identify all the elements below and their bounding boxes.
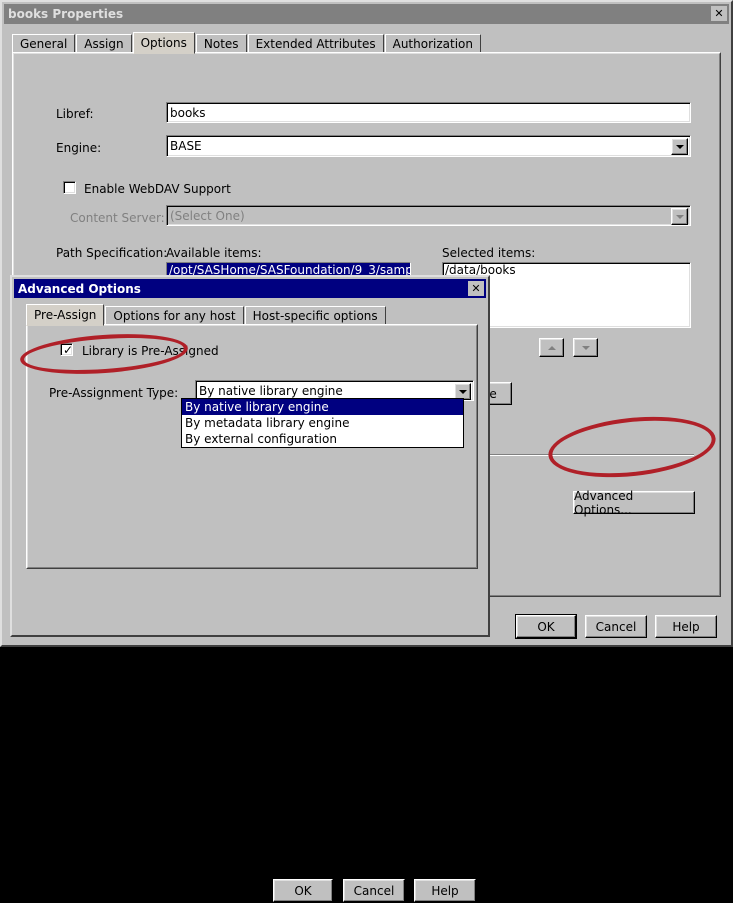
available-items-label: Available items: (166, 246, 262, 260)
dropdown-option-native[interactable]: By native library engine (182, 399, 463, 415)
libref-input[interactable]: books (166, 102, 691, 123)
content-server-combobox: (Select One) (166, 205, 691, 226)
engine-combobox[interactable]: BASE (166, 135, 691, 157)
tab-notes[interactable]: Notes (196, 34, 247, 53)
dropdown-option-metadata[interactable]: By metadata library engine (182, 415, 463, 431)
main-ok-label: OK (516, 615, 576, 638)
main-title-bar[interactable]: books Properties ✕ (4, 4, 729, 24)
close-icon[interactable]: ✕ (468, 281, 484, 296)
path-specification-label: Path Specification: (56, 246, 167, 260)
tab-options[interactable]: Options (133, 32, 195, 54)
advanced-ok-label: OK (273, 879, 333, 902)
engine-label: Engine: (56, 141, 101, 155)
pre-assignment-type-value: By native library engine (199, 384, 343, 398)
tab-pre-assign[interactable]: Pre-Assign (26, 304, 104, 326)
advanced-options-button[interactable]: Advanced Options... (573, 491, 695, 514)
advanced-title-bar[interactable]: Advanced Options ✕ (14, 279, 486, 298)
main-cancel-button[interactable]: Cancel (585, 615, 647, 638)
tab-host-specific-options[interactable]: Host-specific options (245, 306, 386, 325)
library-pre-assigned-label: Library is Pre-Assigned (82, 344, 219, 358)
engine-value: BASE (170, 139, 202, 153)
pre-assignment-type-dropdown-list[interactable]: By native library engine By metadata lib… (181, 398, 464, 448)
main-help-button[interactable]: Help (655, 615, 717, 638)
advanced-cancel-button[interactable]: Cancel (343, 879, 405, 902)
advanced-help-button[interactable]: Help (414, 879, 476, 902)
enable-webdav-label: Enable WebDAV Support (84, 182, 231, 196)
library-pre-assigned-checkbox[interactable]: ✓ (60, 343, 73, 356)
close-icon[interactable]: ✕ (711, 6, 727, 21)
move-down-button[interactable] (573, 338, 598, 357)
main-tab-strip: General Assign Options Notes Extended At… (12, 32, 482, 53)
libref-label: Libref: (56, 107, 94, 121)
window-title: books Properties (8, 7, 123, 21)
tab-options-for-any-host[interactable]: Options for any host (105, 306, 243, 325)
check-icon: ✓ (63, 344, 73, 357)
chevron-down-icon (671, 208, 688, 225)
triangle-up-icon (548, 346, 556, 350)
enable-webdav-checkbox[interactable] (63, 181, 76, 194)
content-server-label: Content Server: (70, 211, 165, 225)
triangle-down-icon (582, 346, 590, 350)
selected-items-label: Selected items: (442, 246, 535, 260)
content-server-value: (Select One) (170, 209, 245, 223)
tab-extended-attributes[interactable]: Extended Attributes (248, 34, 384, 53)
advanced-options-dialog: Advanced Options ✕ Pre-Assign Options fo… (10, 275, 490, 637)
chevron-down-icon[interactable] (671, 138, 688, 155)
main-ok-button[interactable]: OK (515, 614, 577, 639)
tab-authorization[interactable]: Authorization (385, 34, 481, 53)
advanced-ok-button[interactable]: OK (272, 878, 334, 903)
advanced-dialog-title: Advanced Options (18, 282, 141, 296)
move-up-button[interactable] (539, 338, 564, 357)
dropdown-option-external[interactable]: By external configuration (182, 431, 463, 447)
advanced-tab-strip: Pre-Assign Options for any host Host-spe… (26, 304, 387, 325)
pre-assignment-type-label: Pre-Assignment Type: (49, 386, 178, 400)
tab-assign[interactable]: Assign (76, 34, 131, 53)
tab-general[interactable]: General (12, 34, 75, 53)
